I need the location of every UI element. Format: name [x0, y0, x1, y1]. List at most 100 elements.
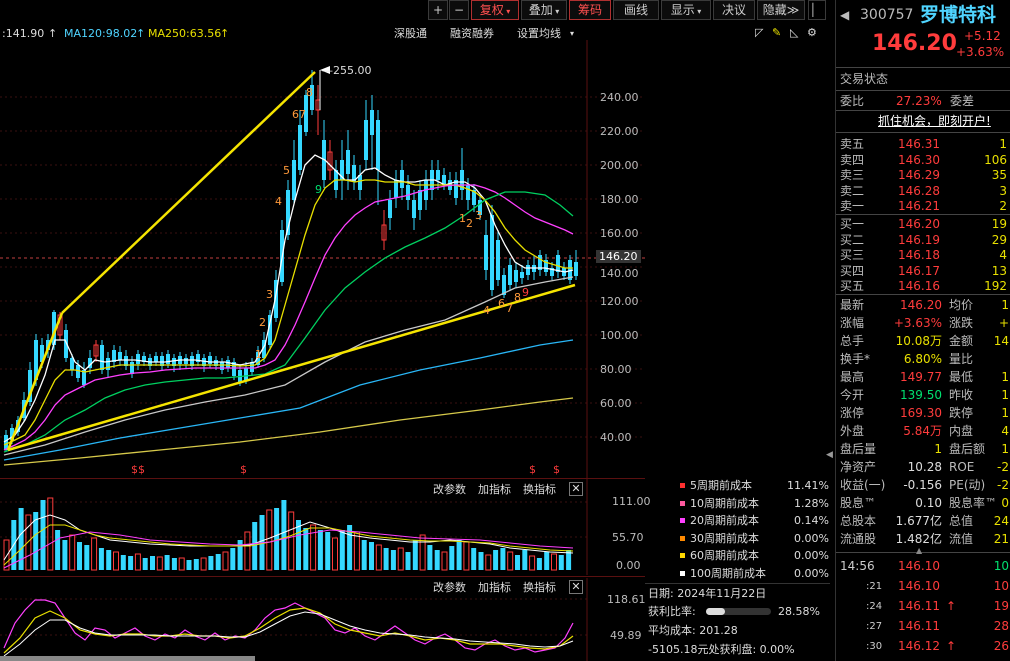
volume-bar: [106, 550, 112, 570]
volume-bar: [215, 554, 221, 570]
chip-legend-item: 10周期前成本 1.28%: [676, 496, 831, 512]
td-down-7: 7: [506, 302, 513, 315]
caret-up-icon[interactable]: ▲: [916, 546, 922, 555]
bid-row[interactable]: 买一 146.20 19: [836, 217, 1010, 232]
flag-icon[interactable]: ◸: [755, 26, 763, 39]
caret-down-icon: ▾: [570, 29, 575, 38]
legend-dot-icon: [680, 553, 685, 558]
back-arrow-icon[interactable]: ◀: [840, 4, 849, 26]
ask-row[interactable]: 卖二 146.28 3: [836, 184, 1010, 199]
weibi-value: 27.23%: [896, 94, 942, 108]
link-ma-settings[interactable]: 设置均线: [517, 27, 561, 40]
volume-bar: [69, 534, 76, 571]
candle-body: [166, 354, 170, 364]
quote-stat-row: 净资产 10.28 ROE -2: [836, 459, 1010, 476]
triangle-icon[interactable]: ◺: [790, 26, 798, 39]
decision-button[interactable]: 决议: [713, 0, 755, 20]
stat-value: 21: [993, 532, 1009, 546]
tick-volume: 10: [993, 579, 1009, 593]
bid-row[interactable]: 买四 146.17 13: [836, 264, 1010, 279]
volume-bar: [317, 530, 323, 570]
stat-label: 外盘: [840, 424, 865, 438]
ask-row[interactable]: 卖三 146.29 35: [836, 168, 1010, 183]
legend-dot-icon: [680, 483, 685, 488]
ask-row[interactable]: 卖一 146.21 2: [836, 199, 1010, 214]
volume-bar: [471, 548, 477, 570]
double-chevron-right-icon: ≫: [786, 3, 800, 17]
stat-value: 1: [1001, 406, 1009, 420]
td-down-8: 8: [514, 291, 521, 304]
legend-dot-icon: [680, 535, 685, 541]
stock-code: 300757: [860, 7, 914, 23]
chip-legend-value: 0.14%: [794, 514, 829, 527]
td-up-3: 3: [266, 288, 273, 301]
quote-stat-row: 股息™ 0.10 股息率™ 0: [836, 495, 1010, 512]
ask-row[interactable]: 卖五 146.31 1: [836, 137, 1010, 152]
candle-body: [298, 125, 302, 170]
candle-body: [388, 200, 392, 218]
quote-stat-row: 涨停 169.30 跌停 1: [836, 405, 1010, 422]
gear-icon[interactable]: ⚙: [807, 26, 817, 39]
td-up-6: 6: [292, 108, 299, 121]
stat-label: 收益(一): [840, 478, 886, 492]
stat-value: 1: [1001, 388, 1009, 402]
chip-legend-value: 1.28%: [794, 496, 829, 510]
bid-row[interactable]: 买二 146.19 29: [836, 233, 1010, 248]
link-margin-trading[interactable]: 融资融券: [450, 27, 494, 40]
bid-row[interactable]: 买三 146.18 4: [836, 248, 1010, 263]
volume-bar: [515, 555, 520, 570]
volume-bar: [84, 545, 90, 570]
tick-volume: 26: [993, 639, 1009, 653]
zoom-out-button[interactable]: −: [449, 0, 469, 20]
volume-bar: [134, 553, 141, 571]
stat-value: +3.63%: [893, 316, 942, 330]
hide-button[interactable]: 隐藏≫: [757, 0, 805, 20]
chip-legend-item: 100周期前成本 0.00%: [676, 566, 831, 582]
quote-stat-row: 总手 10.08万 金额 14: [836, 333, 1010, 350]
volume-bar: [353, 531, 360, 571]
zoom-in-button[interactable]: +: [428, 0, 448, 20]
axis-160: 160.00: [600, 227, 639, 240]
stat-label: 最高: [840, 370, 865, 384]
chip-distribution-button[interactable]: 筹码: [569, 0, 611, 20]
tick-volume: 10: [993, 559, 1009, 573]
ma120-value: MA120:98.02: [64, 27, 138, 40]
stock-name: 罗博特科: [920, 4, 997, 26]
display-button[interactable]: 显示 ▾: [661, 0, 711, 20]
candle-body: [364, 120, 368, 160]
restore-rights-button[interactable]: 复权 ▾: [471, 0, 519, 20]
book-level-label: 卖四: [840, 152, 865, 167]
candle-body: [466, 185, 470, 200]
price-change: +5.12: [964, 29, 1001, 43]
caret-down-icon: ▾: [552, 7, 560, 16]
stat-label: 涨幅: [840, 316, 865, 330]
stat-value: 6.80%: [903, 352, 942, 366]
window-control-icon[interactable]: ▏: [808, 0, 826, 20]
legend-dot-icon: [680, 518, 685, 523]
indicator-chart: [0, 578, 588, 661]
quote-stat-row: 今开 139.50 昨收 1: [836, 387, 1010, 404]
candle-body: [514, 270, 518, 282]
bid-row[interactable]: 买五 146.16 192: [836, 279, 1010, 294]
book-volume: 1: [999, 137, 1007, 151]
quote-stat-row: 收益(一) -0.156 PE(动) -2: [836, 477, 1010, 494]
td-down-9: 9: [522, 286, 529, 299]
price-change-pct: +3.63%: [956, 45, 1005, 59]
volume-bar: [142, 558, 148, 570]
ask-row[interactable]: 卖四 146.30 106: [836, 153, 1010, 168]
volume-bar: [266, 509, 273, 571]
stat-label: 换手*: [840, 352, 871, 366]
open-account-banner[interactable]: 抓住机会，即刻开户!: [878, 113, 991, 130]
candle-body: [376, 120, 380, 170]
stat-value: 24: [993, 514, 1009, 528]
quote-stat-row: 总股本 1.677亿 总值 24: [836, 513, 1010, 530]
volume-bar: [128, 556, 134, 570]
link-shenguotong[interactable]: 深股通: [394, 27, 427, 40]
legend-dot-icon: [680, 570, 685, 576]
collapse-arrow-icon[interactable]: ◀: [826, 440, 834, 470]
pen-icon[interactable]: ✎: [772, 26, 781, 39]
book-level-label: 卖五: [840, 137, 865, 151]
overlay-button[interactable]: 叠加 ▾: [521, 0, 567, 20]
draw-line-button[interactable]: 画线: [613, 0, 659, 20]
stat-value: 1: [934, 442, 942, 456]
